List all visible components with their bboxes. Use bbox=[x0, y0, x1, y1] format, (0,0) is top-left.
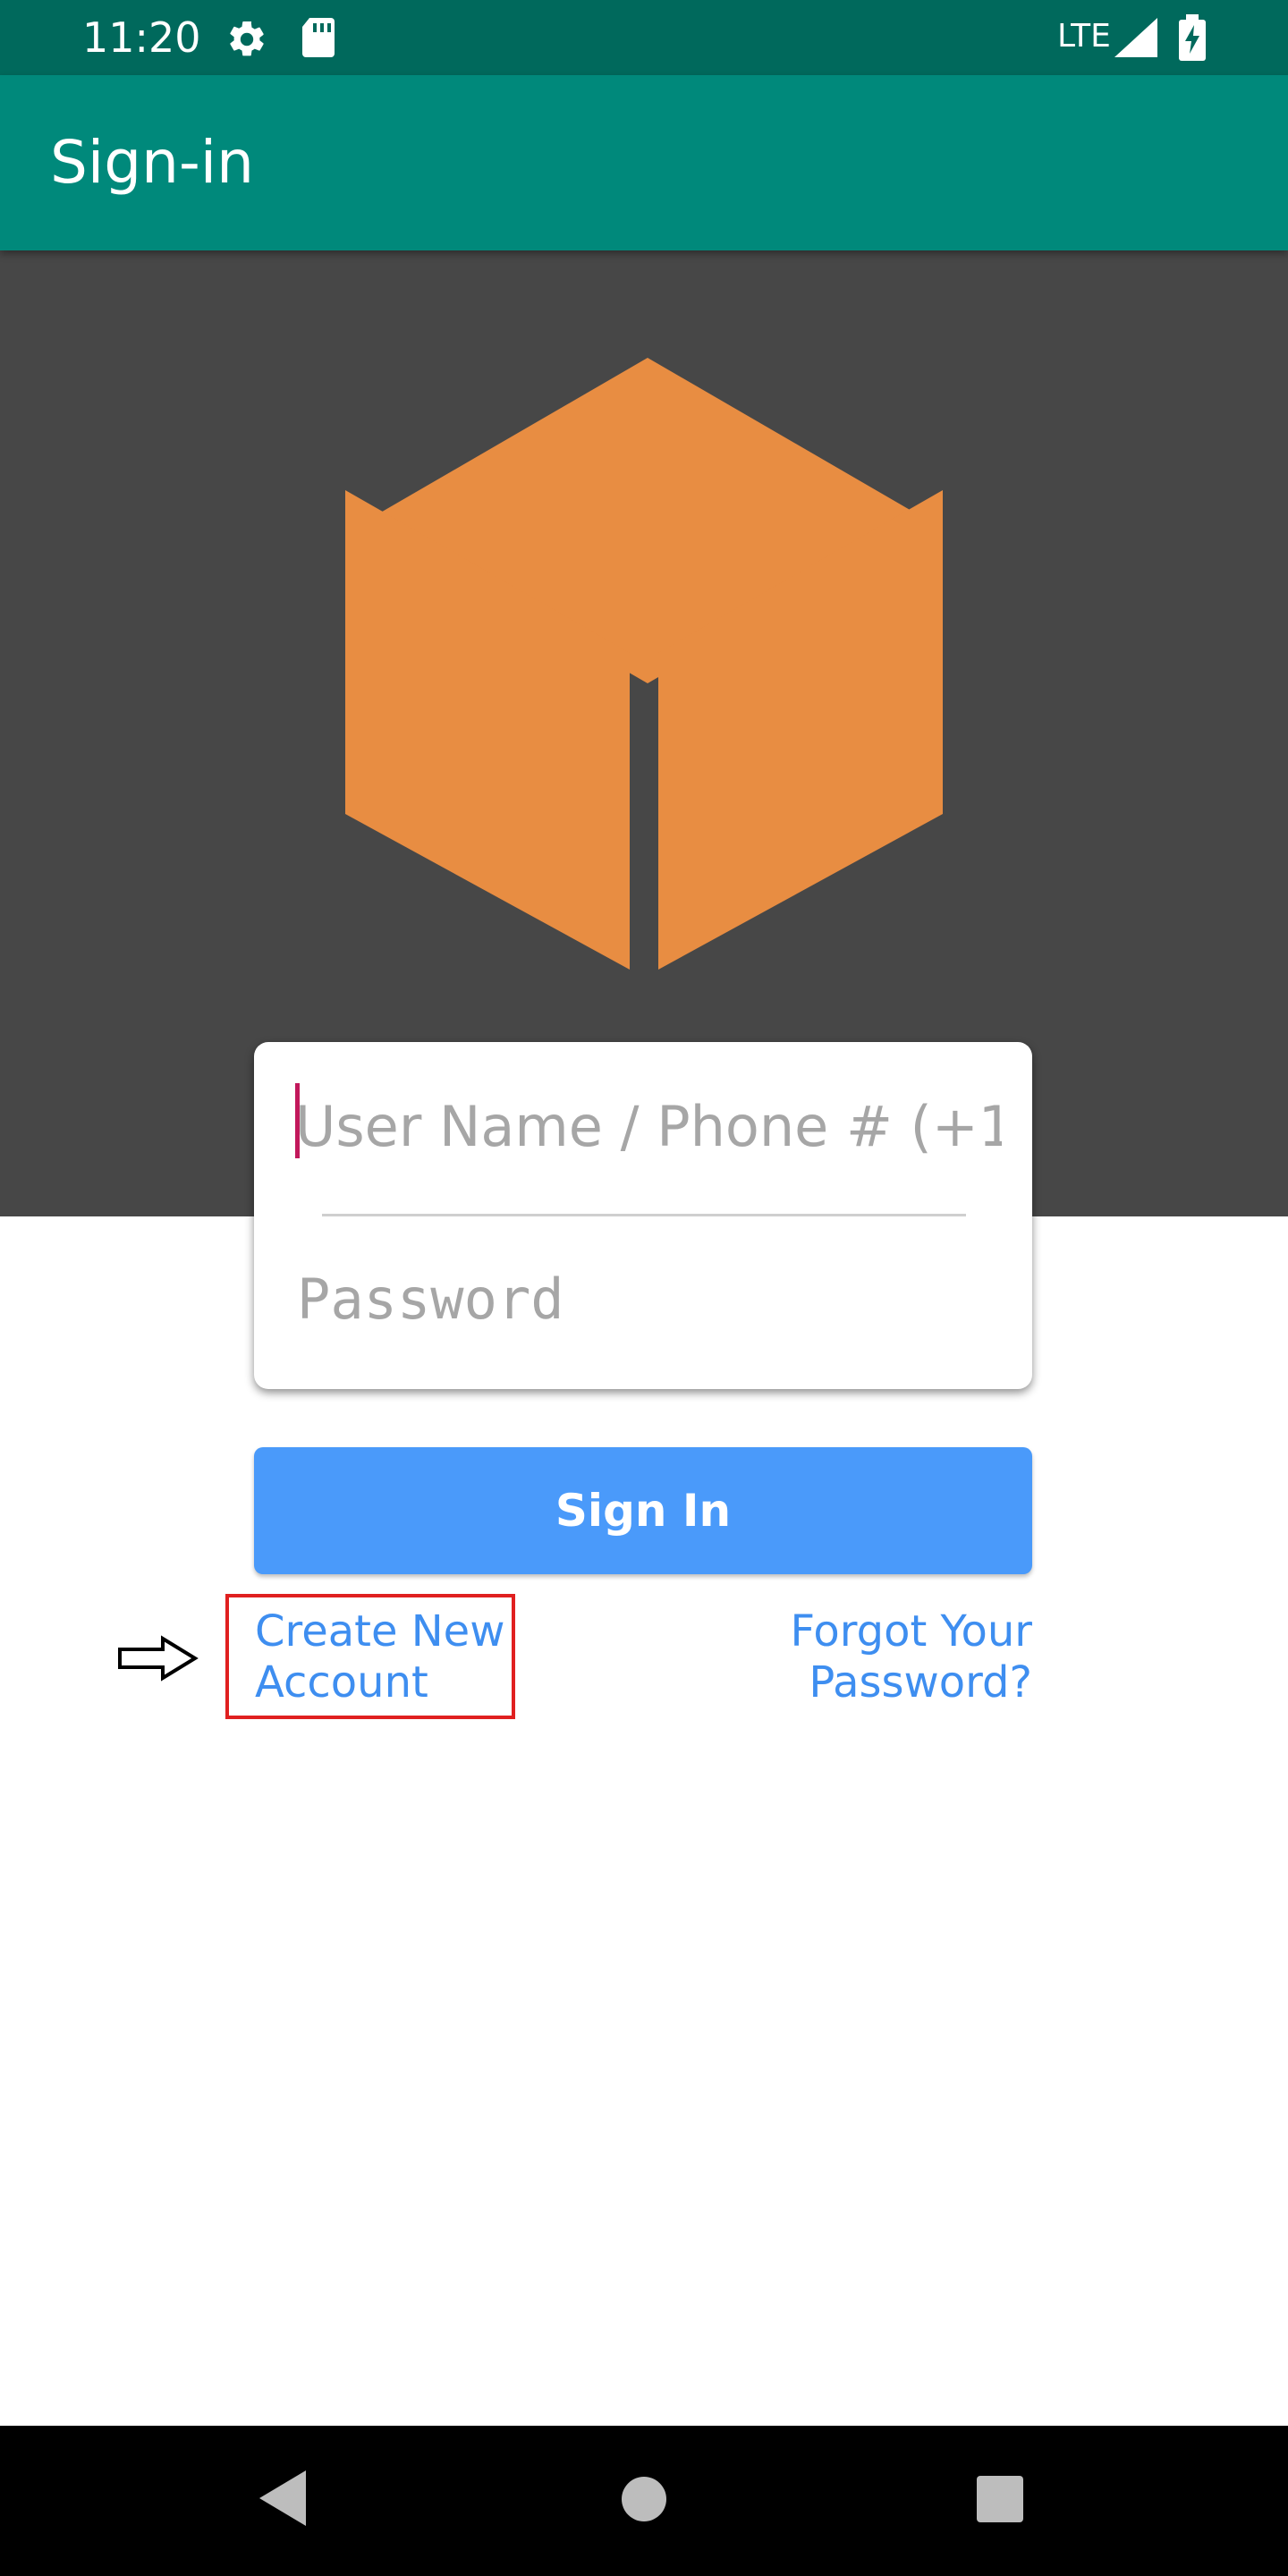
home-icon[interactable] bbox=[617, 2472, 671, 2526]
system-nav-bar bbox=[0, 2426, 1288, 2576]
sd-card-icon bbox=[302, 18, 335, 57]
sign-in-button[interactable]: Sign In bbox=[254, 1447, 1032, 1574]
battery-charging-icon bbox=[1179, 14, 1206, 61]
field-divider bbox=[322, 1214, 966, 1216]
network-type: LTE bbox=[1057, 18, 1111, 55]
status-time: 11:20 bbox=[82, 13, 201, 62]
text-cursor bbox=[295, 1083, 300, 1158]
page-title: Sign-in bbox=[50, 128, 254, 197]
username-input[interactable] bbox=[295, 1078, 1002, 1176]
forgot-password-link[interactable]: Forgot Your Password? bbox=[716, 1606, 1032, 1708]
back-icon[interactable] bbox=[256, 2469, 309, 2528]
password-input[interactable] bbox=[295, 1250, 1005, 1350]
status-bar: 11:20 LTE bbox=[0, 0, 1288, 75]
signal-icon bbox=[1114, 18, 1157, 57]
recents-icon[interactable] bbox=[975, 2474, 1025, 2524]
highlight-box bbox=[225, 1594, 515, 1719]
arrow-right-outline-icon bbox=[118, 1635, 199, 1682]
login-card bbox=[254, 1042, 1032, 1389]
app-bar: Sign-in bbox=[0, 75, 1288, 250]
cube-logo-icon bbox=[345, 358, 943, 970]
gear-icon bbox=[230, 21, 264, 56]
